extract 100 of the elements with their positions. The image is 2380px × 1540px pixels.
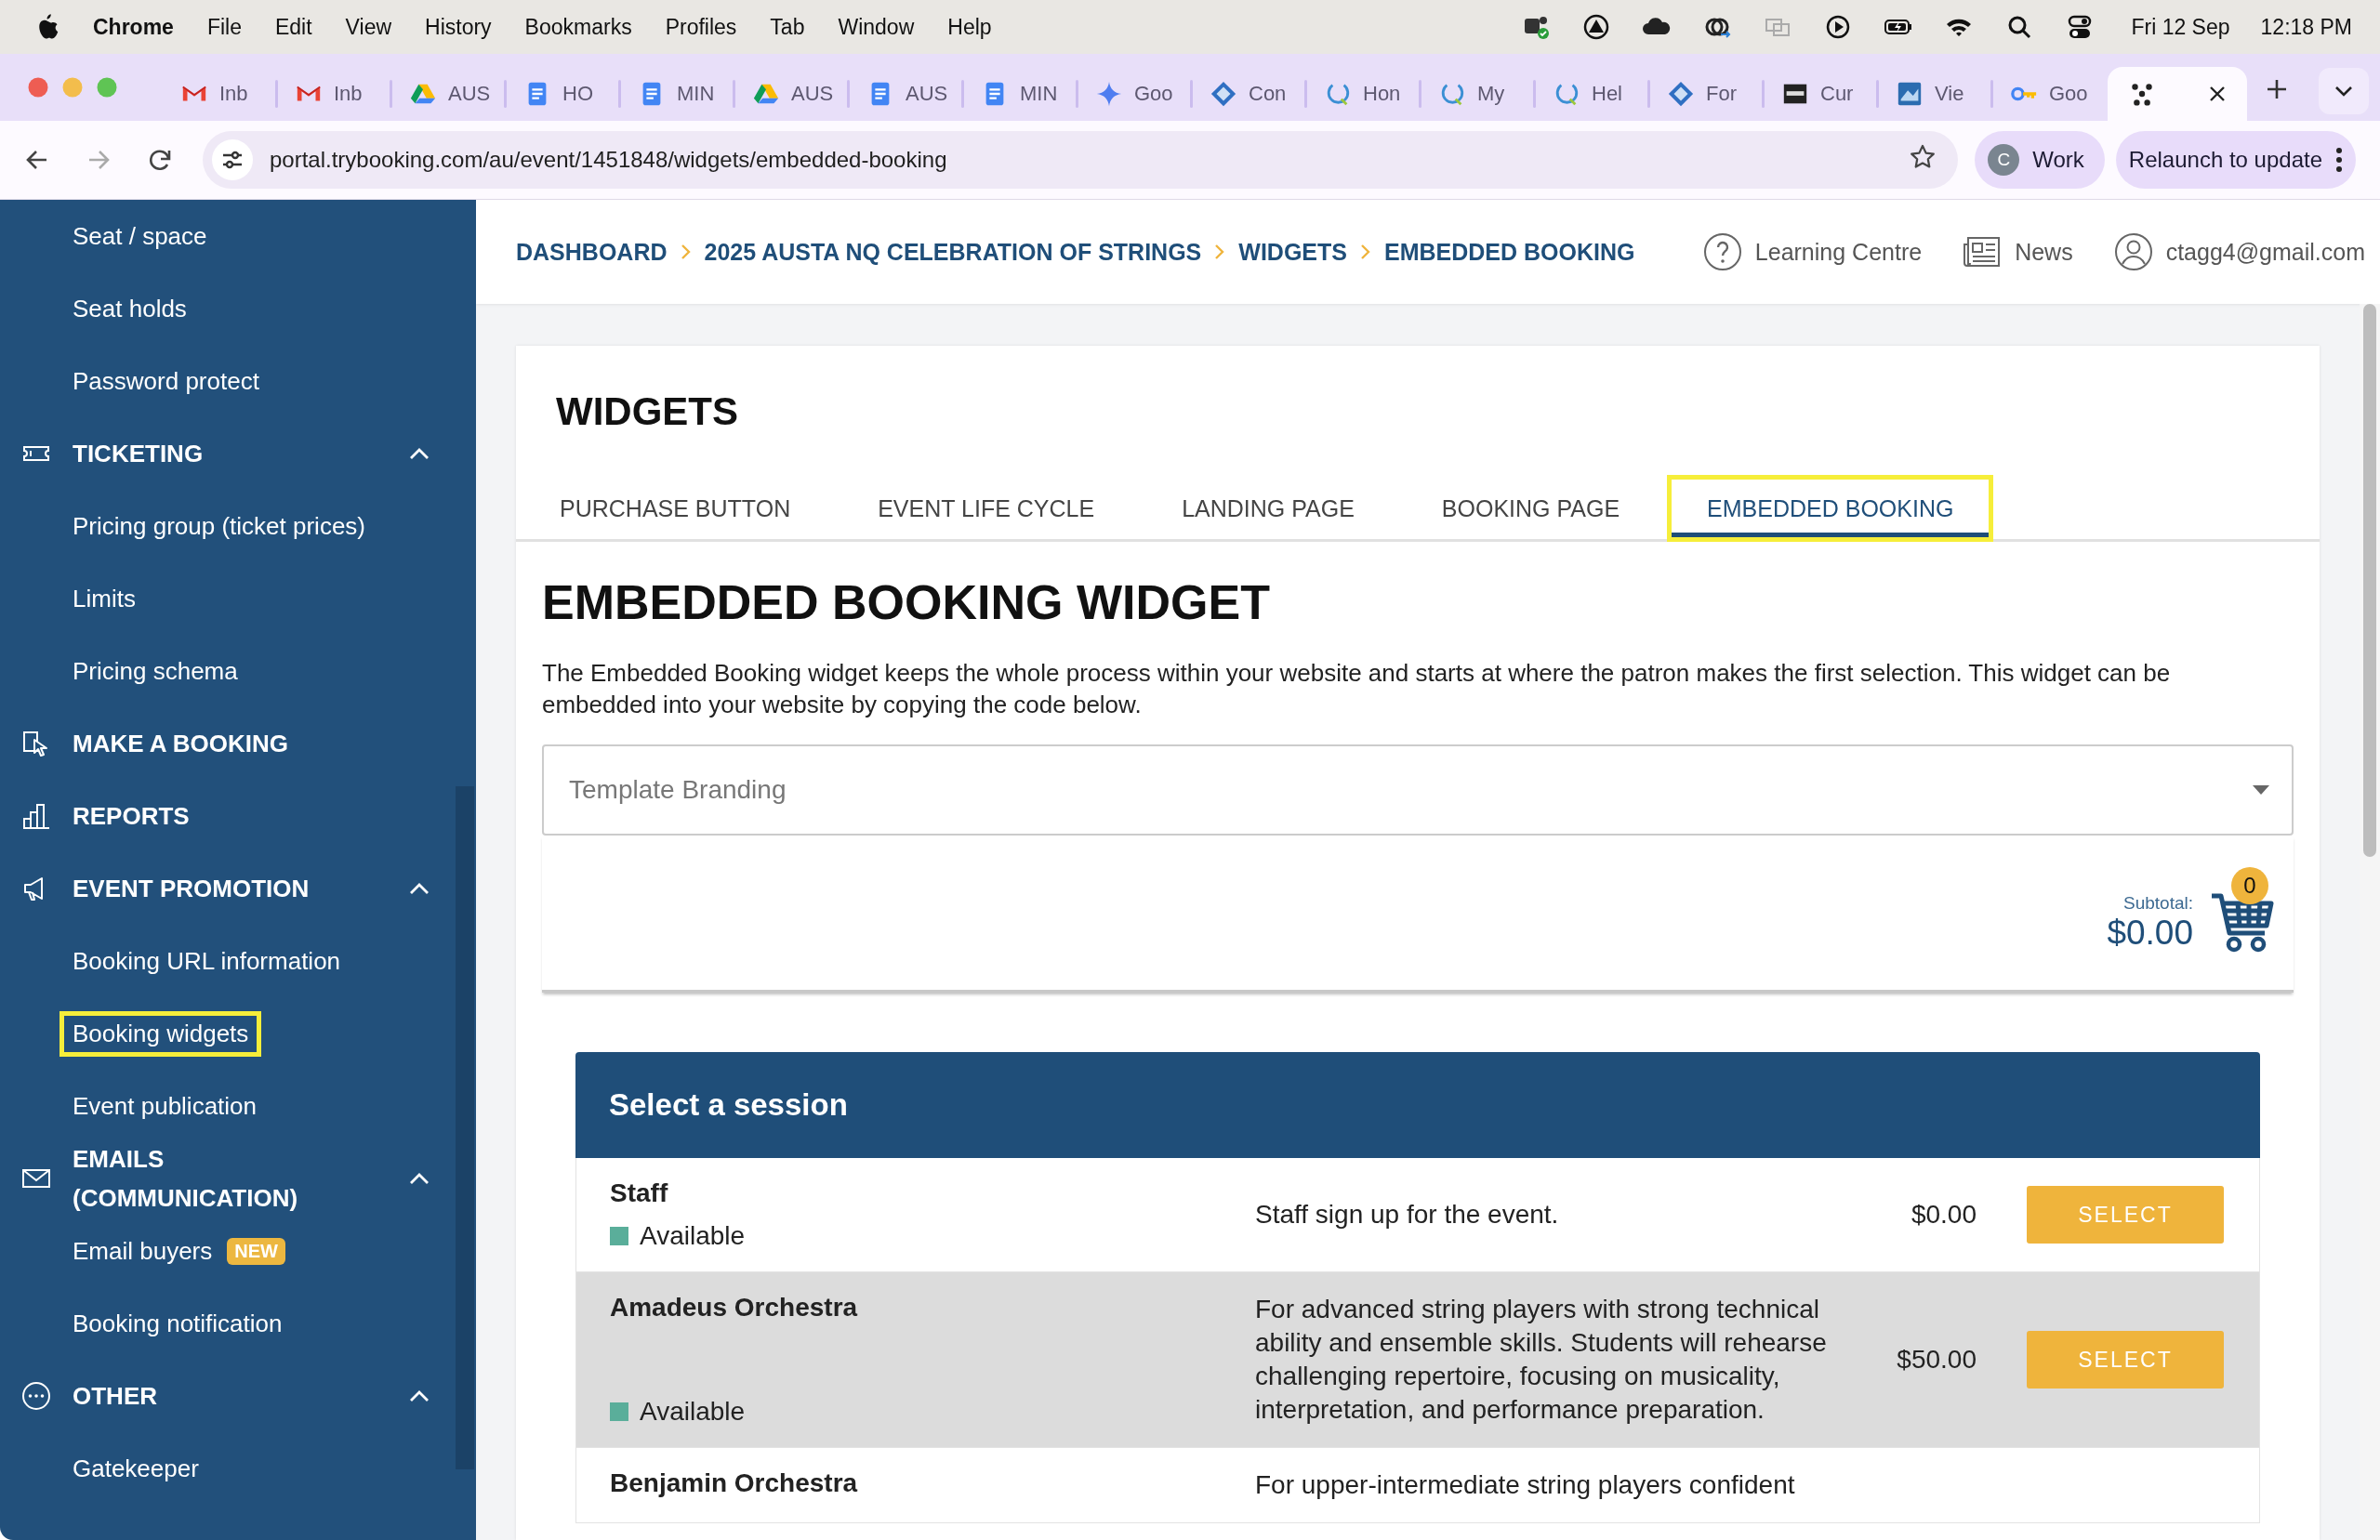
browser-tab[interactable]: Goo	[1993, 67, 2108, 121]
browser-tab[interactable]: AUS	[850, 67, 964, 121]
profile-button[interactable]: C Work	[1975, 131, 2105, 189]
breadcrumb-chevron-icon	[1214, 244, 1226, 260]
menu-item[interactable]: Help	[947, 14, 992, 40]
status-square-icon	[610, 1402, 628, 1421]
menu-bar-clock: 12:18 PM	[2260, 14, 2352, 40]
close-window-button[interactable]	[28, 77, 48, 98]
session-description: For advanced string players with strong technical ability and ensemble skills. Students will rehearse challenging repertoire, focusing on musicality, interpretation, and performance preparation.	[1255, 1294, 1828, 1426]
bookmark-star-icon[interactable]	[1910, 144, 1937, 170]
sidebar-section[interactable]: MAKE A BOOKING	[73, 724, 324, 763]
sidebar-item[interactable]: Seat / space	[60, 213, 220, 259]
widget-tab[interactable]: LANDING PAGE	[1142, 475, 1395, 542]
chevron-up-icon[interactable]	[409, 1389, 430, 1402]
browser-tab[interactable]: Vie	[1879, 67, 1993, 121]
sidebar-section[interactable]: REPORTS	[73, 796, 324, 836]
profile-avatar: C	[1988, 144, 2020, 176]
page-title: WIDGETS	[555, 388, 739, 433]
session-name: Amadeus Orchestra	[610, 1293, 859, 1323]
sidebar-item[interactable]: Email buyers NEW	[60, 1228, 298, 1274]
header-link[interactable]: News	[2015, 238, 2073, 266]
menu-item[interactable]: Tab	[770, 14, 805, 40]
widget-tab[interactable]: PURCHASE BUTTON	[520, 475, 831, 542]
browser-tab[interactable]: My	[1421, 67, 1536, 121]
browser-tab[interactable]: HO	[507, 67, 621, 121]
sidebar-item[interactable]: Gatekeeper	[60, 1445, 212, 1492]
more-circle-icon	[21, 1381, 51, 1411]
browser-tab[interactable]: Hon	[1307, 67, 1421, 121]
sidebar-item[interactable]: Seat holds	[60, 285, 200, 332]
browser-tab[interactable]	[2108, 67, 2247, 121]
new-badge: NEW	[227, 1237, 285, 1265]
relaunch-button[interactable]: Relaunch to update	[2115, 131, 2356, 189]
browser-tab[interactable]: Inb	[278, 67, 392, 121]
breadcrumb-link[interactable]: DASHBOARD	[516, 238, 668, 266]
sidebar-section[interactable]: TICKETING	[73, 434, 324, 473]
browser-tab[interactable]: Inb	[164, 67, 278, 121]
status-square-icon	[610, 1227, 628, 1245]
description-text: The Embedded Booking widget keeps the whole process within your website and starts at where the patron makes the first selection. This widget can be embedded into your website by copying the code below.	[542, 658, 2172, 720]
reload-icon[interactable]	[147, 147, 173, 173]
sidebar-item[interactable]: Password protect	[60, 358, 272, 404]
breadcrumb-chevron-icon	[1359, 244, 1371, 260]
sidebar-section[interactable]: EVENT PROMOTION	[73, 869, 324, 908]
menu-item[interactable]: Bookmarks	[524, 14, 632, 40]
sidebar-item[interactable]: Booking URL information	[60, 938, 354, 984]
newspaper-icon[interactable]	[1963, 235, 2003, 269]
sidebar-item[interactable]: Booking widgets	[60, 1010, 262, 1057]
template-dropdown[interactable]: Template Branding	[542, 744, 2294, 836]
chevron-up-icon[interactable]	[409, 447, 430, 460]
app-menu[interactable]: Chrome	[93, 14, 174, 40]
browser-tab[interactable]: Cur	[1765, 67, 1879, 121]
bar-chart-icon	[21, 801, 51, 831]
address-field[interactable]: portal.trybooking.com/au/event/1451848/widgets/embedded-booking	[203, 131, 1959, 189]
header-link[interactable]: ctagg4@gmail.com	[2165, 238, 2365, 266]
menu-item[interactable]: Profiles	[665, 14, 737, 40]
menu-bar-date: Fri 12 Sep	[2131, 14, 2230, 40]
menu-item[interactable]: View	[345, 14, 392, 40]
new-tab-icon[interactable]	[2266, 78, 2288, 100]
session-name: Staff	[610, 1178, 669, 1208]
help-icon[interactable]	[1702, 232, 1742, 271]
browser-tab[interactable]: AUS	[392, 67, 507, 121]
square-icon	[1896, 80, 1924, 108]
sidebar-section[interactable]: OTHER	[73, 1376, 324, 1415]
browser-tab[interactable]: For	[1650, 67, 1765, 121]
widget-tab[interactable]: EMBEDDED BOOKING	[1667, 475, 1994, 542]
widget-tab[interactable]: BOOKING PAGE	[1401, 475, 1660, 542]
section-heading: EMBEDDED BOOKING WIDGET	[542, 574, 1271, 630]
browser-tab[interactable]: MIN	[964, 67, 1078, 121]
browser-tab[interactable]: AUS	[735, 67, 850, 121]
sidebar-item[interactable]: Pricing schema	[60, 648, 251, 694]
sidebar-item[interactable]: Booking notification	[60, 1300, 296, 1347]
breadcrumb-link[interactable]: EMBEDDED BOOKING	[1383, 238, 1635, 266]
menu-item[interactable]: File	[206, 14, 242, 40]
chevron-down-icon	[2334, 86, 2353, 97]
chevron-up-icon[interactable]	[409, 882, 430, 895]
session-description: Staff sign up for the event.	[1255, 1199, 1560, 1231]
chevron-up-icon[interactable]	[409, 1172, 430, 1185]
subtotal-amount: $0.00	[2107, 914, 2193, 953]
widget-tab[interactable]: EVENT LIFE CYCLE	[838, 475, 1135, 542]
header-link[interactable]: Learning Centre	[1754, 238, 1923, 266]
menu-item[interactable]: Edit	[274, 14, 312, 40]
user-icon[interactable]	[2113, 232, 2153, 271]
sidebar-item[interactable]: Pricing group (ticket prices)	[60, 503, 378, 549]
browser-tab[interactable]: Con	[1193, 67, 1307, 121]
scrollbar-thumb[interactable]	[2363, 304, 2376, 857]
session-status: Available	[640, 1397, 746, 1427]
breadcrumb-link[interactable]: 2025 AUSTA NQ CELEBRATION OF STRINGS	[704, 238, 1202, 266]
browser-tab[interactable]: Goo	[1078, 67, 1193, 121]
session-price: $0.00	[1911, 1200, 1977, 1229]
sidebar-section[interactable]: EMAILS (COMMUNICATION)	[73, 1139, 324, 1218]
subtotal-label: Subtotal:	[2123, 893, 2193, 914]
close-icon[interactable]	[2208, 85, 2227, 103]
breadcrumb-link[interactable]: WIDGETS	[1238, 238, 1347, 266]
breadcrumb-chevron-icon	[680, 244, 692, 260]
diamond-icon	[1667, 80, 1695, 108]
browser-tab[interactable]: Hel	[1536, 67, 1650, 121]
sidebar-item[interactable]: Event publication	[60, 1083, 271, 1129]
sidebar-item[interactable]: Limits	[60, 575, 149, 622]
browser-tab[interactable]: MIN	[621, 67, 735, 121]
menu-item[interactable]: Window	[838, 14, 915, 40]
menu-item[interactable]: History	[425, 14, 492, 40]
